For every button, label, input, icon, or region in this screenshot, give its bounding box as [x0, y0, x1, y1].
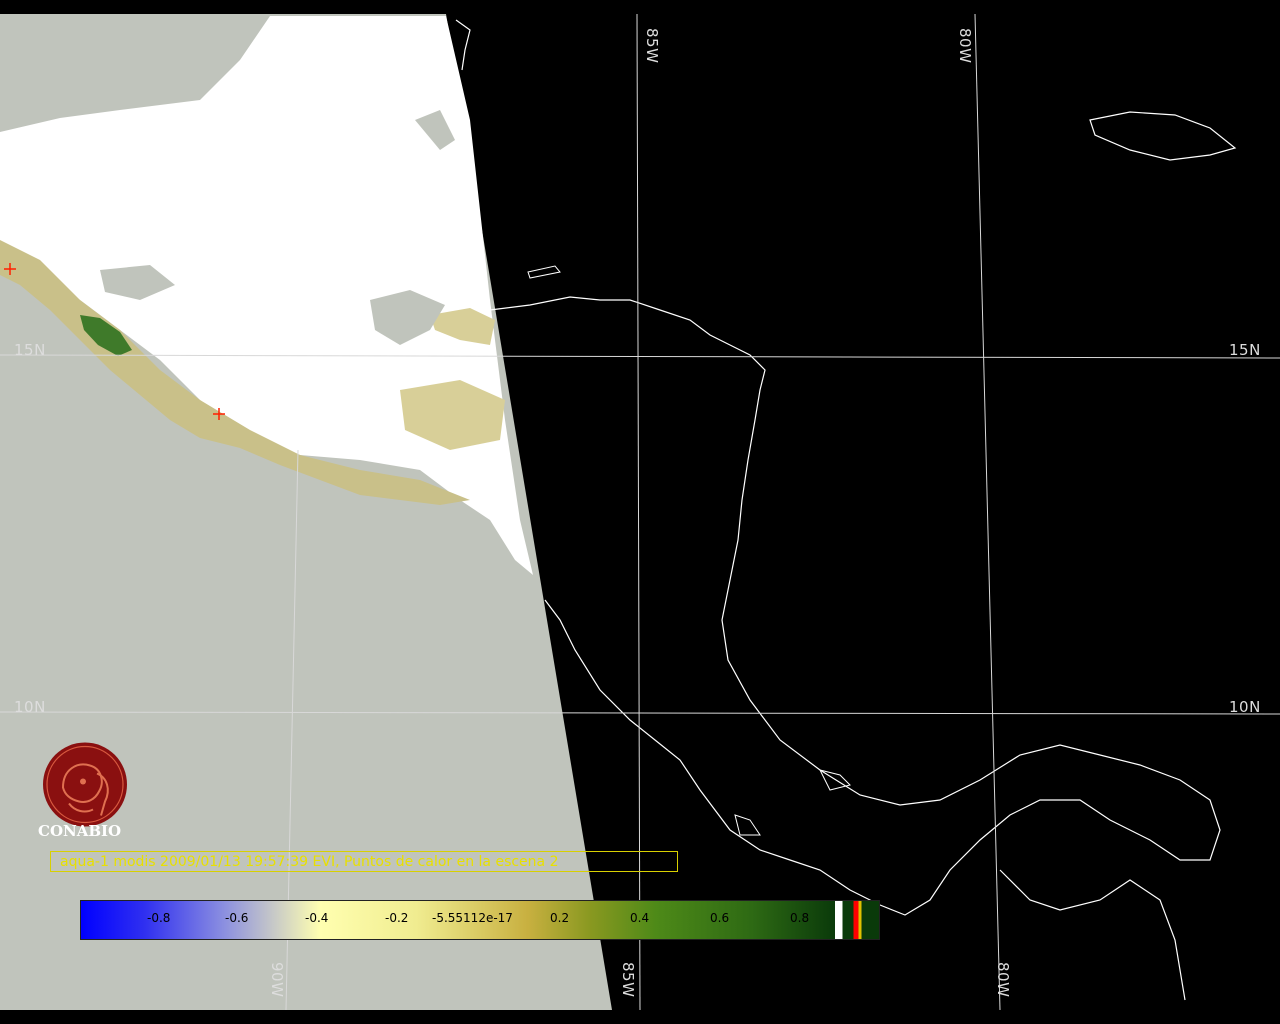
label-lon-85w-top: 85W: [643, 28, 661, 64]
colorbar-tick-label: 0.8: [790, 911, 810, 925]
colorbar-tick-label: -5.55112e-17: [432, 911, 513, 925]
colorbar-tick-label: -0.6: [225, 911, 249, 925]
logo-text: CONABIO: [38, 822, 122, 840]
label-lat-15n: 15N: [14, 341, 46, 359]
label-lon-90w-bottom: 90W: [268, 962, 286, 998]
label-lat-15n-right: 15N: [1229, 341, 1261, 359]
colorbar-tick-label: 0.2: [550, 911, 570, 925]
label-lat-10n-right: 10N: [1229, 698, 1261, 716]
label-lon-80w-bottom: 80W: [994, 962, 1012, 998]
colorbar-tick-label: 0.6: [710, 911, 730, 925]
colorbar-tick-label: -0.8: [147, 911, 171, 925]
label-lat-10n: 10N: [14, 698, 46, 716]
colorbar-tick-label: -0.2: [385, 911, 409, 925]
label-lon-80w-top: 80W: [956, 28, 974, 64]
scene-caption: aqua-1 modis 2009/01/13 19:57:39 EVI, Pu…: [50, 851, 678, 872]
colorbar-tick-label: 0.4: [630, 911, 650, 925]
label-lon-85w-bottom: 85W: [619, 962, 637, 998]
colorbar-tick-label: -0.4: [305, 911, 329, 925]
